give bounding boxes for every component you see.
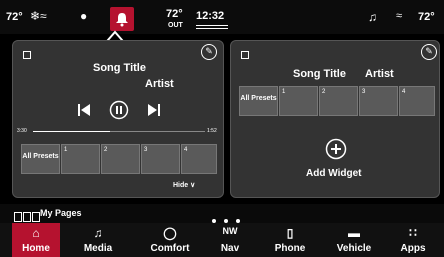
media-widget[interactable]: ✎ Song Title Artist 3:30 1:52 All Preset… [12,40,224,198]
previous-track-button[interactable] [77,103,91,117]
add-widget-button[interactable] [325,138,347,160]
seat-icon: ◯ [163,226,177,240]
nav-home[interactable]: ⌂ Home [12,223,60,257]
notification-button[interactable] [110,7,134,31]
user-profile-icon[interactable]: ● [80,9,87,23]
preset-number: 4 [402,89,406,95]
climate-fan-icon[interactable]: ❄≈ [30,9,47,23]
outside-label: OUT [168,22,183,29]
apps-grid-icon: ∷ [409,226,417,240]
preset-2[interactable]: 2 [319,86,358,116]
preset-number: 3 [144,147,148,153]
artist-name: Artist [145,78,174,90]
edit-widget-button[interactable]: ✎ [201,44,217,60]
duration-time: 1:52 [207,128,217,134]
preset-row: All Presets 1 2 3 4 [21,144,217,174]
preset-1[interactable]: 1 [61,144,100,174]
song-title: Song Title [93,62,146,74]
nav-comfort[interactable]: ◯ Comfort [142,223,198,257]
music-note-icon: ♫ [93,226,103,240]
preset-number: 4 [184,147,188,153]
my-pages-label[interactable]: My Pages [40,208,82,218]
phone-icon: ▯ [286,226,294,240]
pencil-icon: ✎ [205,46,213,56]
expand-icon[interactable] [23,51,31,59]
car-icon: ▬ [348,226,360,240]
my-pages-bar: My Pages [0,204,444,223]
preset-4[interactable]: 4 [181,144,217,174]
nav-apps[interactable]: ∷ Apps [392,223,434,257]
chevron-down-icon: ∨ [190,182,196,189]
seat-heat-icon[interactable]: ≈ [396,10,402,22]
preset-number: 2 [104,147,108,153]
status-bar: 72° ❄≈ ● 72° OUT 12:32 ♫ ≈ 72° [0,0,444,34]
preset-number: 3 [362,89,366,95]
clock-underline [196,25,228,29]
preset-number: 1 [282,89,286,95]
outside-temp: 72° [166,8,183,20]
preset-number: 1 [64,147,68,153]
all-presets-button[interactable]: All Presets [21,144,60,174]
hide-toggle[interactable]: Hide ∨ [173,181,195,189]
expand-icon[interactable] [241,51,249,59]
preset-row: All Presets 1 2 3 4 [239,86,435,116]
pause-button[interactable] [109,100,129,120]
driver-temp[interactable]: 72° [6,11,23,23]
artist-name: Artist [365,68,394,80]
preset-3[interactable]: 3 [141,144,180,174]
preset-2[interactable]: 2 [101,144,140,174]
bottom-nav: ⌂ Home ♫ Media ◯ Comfort NW Nav ▯ Phone ▬ Vehi… [0,223,444,257]
clock: 12:32 [196,10,225,22]
bell-icon [116,13,128,27]
edit-widget-button[interactable]: ✎ [421,44,437,60]
next-track-button[interactable] [147,103,161,117]
nav-nav[interactable]: NW Nav [210,223,250,257]
preset-1[interactable]: 1 [279,86,318,116]
pencil-icon: ✎ [425,46,433,56]
elapsed-time: 3:30 [17,128,27,134]
microphone-icon[interactable]: ♫ [368,10,377,24]
passenger-temp[interactable]: 72° [418,11,435,23]
home-icon: ⌂ [32,226,40,240]
song-title: Song Title [293,68,346,80]
add-widget-card[interactable]: ✎ Song Title Artist All Presets 1 2 3 4 … [230,40,440,198]
hide-label: Hide [173,182,189,189]
nav-phone[interactable]: ▯ Phone [268,223,312,257]
nav-media[interactable]: ♫ Media [74,223,122,257]
progress-track[interactable] [33,131,205,132]
add-widget-label[interactable]: Add Widget [306,168,361,179]
all-presets-button[interactable]: All Presets [239,86,278,116]
compass-icon: NW [222,226,238,236]
preset-4[interactable]: 4 [399,86,435,116]
preset-number: 2 [322,89,326,95]
nav-vehicle[interactable]: ▬ Vehicle [330,223,378,257]
preset-3[interactable]: 3 [359,86,398,116]
